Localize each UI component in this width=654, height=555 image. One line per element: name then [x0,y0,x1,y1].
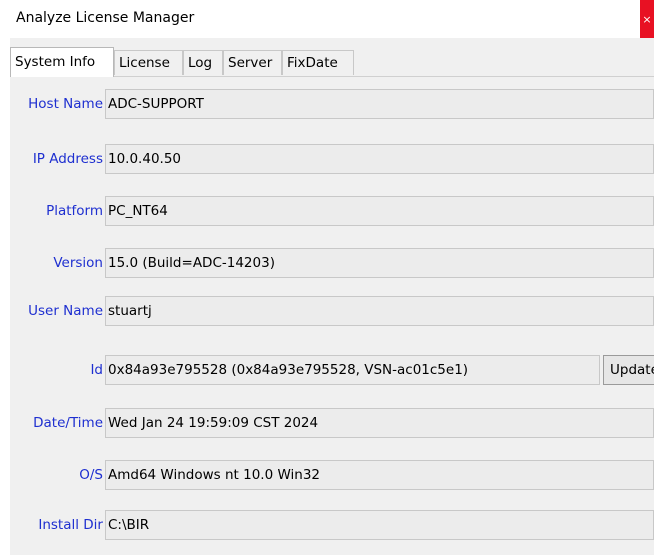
host-name-field[interactable]: ADC-SUPPORT [105,89,654,119]
tab-bar: System Info License Log Server FixDate [10,46,654,77]
update-button[interactable]: Update [603,355,654,385]
install-dir-field[interactable]: C:\BIR [105,510,654,540]
host-name-label: Host Name [28,96,103,112]
ip-address-field[interactable]: 10.0.40.50 [105,144,654,174]
os-field[interactable]: Amd64 Windows nt 10.0 Win32 [105,460,654,490]
user-name-label: User Name [28,303,103,319]
ip-address-label: IP Address [32,151,103,167]
tab-log[interactable]: Log [183,50,223,75]
close-icon: × [642,12,652,26]
window-title: Analyze License Manager [16,10,195,26]
version-label: Version [53,255,103,271]
tab-fixdate[interactable]: FixDate [282,50,354,75]
os-label: O/S [79,467,103,483]
tab-system-info[interactable]: System Info [10,47,114,77]
platform-label: Platform [46,203,103,219]
date-time-label: Date/Time [33,415,103,431]
date-time-field[interactable]: Wed Jan 24 19:59:09 CST 2024 [105,408,654,438]
main-panel: System Info License Log Server FixDate H… [10,38,654,555]
tab-license[interactable]: License [114,50,183,75]
tab-server[interactable]: Server [223,50,282,75]
title-bar: Analyze License Manager × [0,0,654,38]
id-label: Id [90,362,103,378]
close-button[interactable]: × [640,0,654,38]
platform-field[interactable]: PC_NT64 [105,196,654,226]
version-field[interactable]: 15.0 (Build=ADC-14203) [105,248,654,278]
user-name-field[interactable]: stuartj [105,296,654,326]
id-field[interactable]: 0x84a93e795528 (0x84a93e795528, VSN-ac01… [105,355,600,385]
install-dir-label: Install Dir [38,517,103,533]
